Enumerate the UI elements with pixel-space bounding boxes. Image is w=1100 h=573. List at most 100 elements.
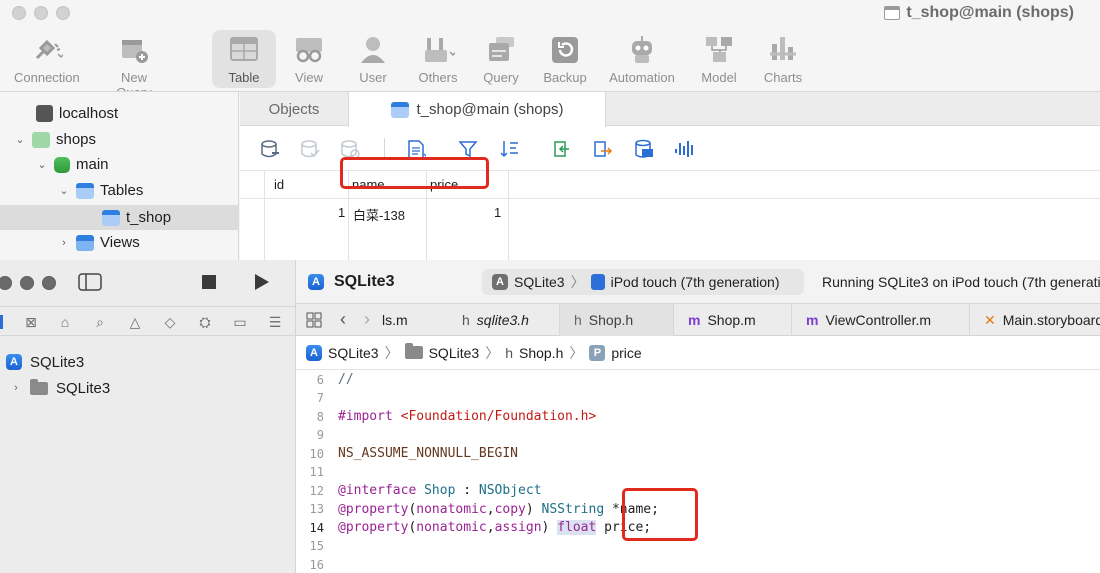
tab-shop-m[interactable]: m Shop.m: [674, 304, 792, 336]
source-control-icon[interactable]: ⊠: [22, 313, 40, 331]
highlight-box: [622, 488, 698, 541]
chevron-down-icon[interactable]: ⌄: [58, 184, 70, 197]
tree-item-localhost[interactable]: localhost: [0, 101, 239, 126]
cell-name[interactable]: 白菜-138: [353, 205, 405, 224]
issue-navigator-icon[interactable]: △: [126, 313, 144, 331]
back-icon[interactable]: ‹: [340, 309, 346, 330]
sort-icon[interactable]: [500, 139, 520, 159]
begin-transaction-icon[interactable]: [260, 139, 280, 159]
tab-objects[interactable]: Objects: [240, 92, 348, 126]
chevron-right-icon: 〉: [485, 344, 500, 361]
breakpoint-navigator-icon[interactable]: ▭: [231, 313, 249, 331]
run-button[interactable]: [253, 273, 271, 291]
tree-item-views[interactable]: › Views: [0, 230, 239, 255]
toolbar-new-query[interactable]: New Query: [102, 30, 166, 100]
chevron-down-icon[interactable]: ⌄: [36, 158, 48, 171]
robot-icon: [625, 34, 659, 64]
debug-navigator-icon[interactable]: ⛭: [196, 313, 214, 331]
jump-bar-group[interactable]: SQLite3: [429, 345, 480, 361]
chart-waveform-icon[interactable]: [674, 139, 694, 159]
toolbar-table[interactable]: Table: [212, 30, 276, 88]
toolbar-automation[interactable]: Automation: [606, 30, 678, 88]
stop-button[interactable]: [202, 275, 216, 289]
find-navigator-icon[interactable]: ⌕: [91, 313, 109, 331]
forward-icon[interactable]: ›: [364, 309, 370, 330]
toolbar-query[interactable]: Query: [469, 30, 533, 88]
tab-sqlite3-h[interactable]: h sqlite3.h: [448, 304, 560, 336]
symbol-navigator-icon[interactable]: ⌂: [56, 313, 74, 331]
import-icon[interactable]: [552, 139, 572, 159]
chevron-right-icon: 〉: [569, 344, 584, 361]
project-root[interactable]: A SQLite3: [6, 350, 84, 374]
jump-bar-project[interactable]: SQLite3: [328, 345, 379, 361]
sidebar-toggle-icon[interactable]: [78, 273, 102, 291]
chevron-right-icon[interactable]: ›: [58, 237, 70, 249]
folder-icon: [30, 378, 48, 395]
zoom-button[interactable]: [56, 6, 70, 20]
jump-bar-symbol[interactable]: price: [611, 345, 641, 361]
close-button[interactable]: [0, 276, 12, 290]
zoom-button[interactable]: [42, 276, 56, 290]
text-memo-icon[interactable]: [406, 139, 426, 159]
grid-view-icon[interactable]: [306, 312, 322, 328]
object-area: Objects t_shop@main (shops) id name pric…: [240, 92, 1100, 261]
new-query-icon: [117, 34, 151, 64]
toolbar-model[interactable]: Model: [687, 30, 751, 88]
tree-item-t-shop[interactable]: t_shop: [0, 205, 239, 230]
header-file-icon: h: [574, 312, 582, 328]
toolbar-view[interactable]: View: [277, 30, 341, 88]
code-line: 15: [309, 539, 324, 553]
window-controls: [0, 276, 56, 290]
tree-item-shops[interactable]: ⌄ shops: [0, 127, 239, 152]
column-header-id[interactable]: id: [274, 177, 284, 192]
table-icon: [227, 34, 261, 64]
toolbar-charts[interactable]: Charts: [751, 30, 815, 88]
cell-price[interactable]: 1: [494, 205, 501, 220]
tab-main-storyboard[interactable]: ✕ Main.storyboard: [970, 304, 1100, 336]
tab-shop-h[interactable]: h Shop.h: [560, 304, 674, 336]
code-line: 10 NS_ASSUME_NONNULL_BEGIN: [309, 446, 519, 461]
source-editor[interactable]: 6 // 7 8 #import <Foundation/Foundation.…: [296, 370, 1100, 573]
connection-tree: localhost ⌄ shops ⌄ main ⌄ Tables t_shop: [0, 92, 239, 260]
connection-plug-icon: [29, 34, 65, 64]
report-navigator-icon[interactable]: ☰: [266, 313, 284, 331]
project-group[interactable]: › SQLite3: [10, 376, 110, 400]
toolbar-others[interactable]: Others: [406, 30, 470, 88]
tab-viewcontroller-m[interactable]: m ViewController.m: [792, 304, 970, 336]
code-line: 9: [316, 428, 324, 442]
import-line: #import <Foundation/Foundation.h>: [338, 409, 597, 424]
tree-item-main[interactable]: ⌄ main: [0, 152, 239, 177]
rollback-icon[interactable]: [340, 139, 360, 159]
scheme-name[interactable]: SQLite3: [334, 273, 394, 291]
close-button[interactable]: [12, 6, 26, 20]
charts-icon: [766, 34, 800, 64]
generate-sql-icon[interactable]: [634, 139, 654, 159]
toolbar-user[interactable]: User: [341, 30, 405, 88]
device-icon: [590, 274, 605, 290]
code-line: 8 #import <Foundation/Foundation.h>: [316, 409, 597, 424]
toolbar-backup[interactable]: Backup: [533, 30, 597, 88]
chevron-right-icon[interactable]: ›: [10, 382, 22, 394]
property-icon: P: [589, 344, 606, 361]
tab-t-shop[interactable]: t_shop@main (shops): [348, 92, 606, 127]
sqlite-feather-icon: [36, 105, 53, 122]
implementation-file-icon: m: [688, 312, 701, 328]
tree-item-tables[interactable]: ⌄ Tables: [0, 178, 239, 203]
chevron-down-icon[interactable]: ⌄: [14, 133, 26, 146]
export-icon[interactable]: [592, 139, 612, 159]
scheme-destination-selector[interactable]: A SQLite3 〉 iPod touch (7th generation): [482, 269, 804, 295]
code-line: 12 @interface Shop : NSObject: [309, 483, 542, 498]
commit-icon[interactable]: [300, 139, 320, 159]
user-icon: [356, 34, 390, 64]
toolbar-connection[interactable]: Connection: [14, 30, 80, 88]
test-navigator-icon[interactable]: ◇: [161, 313, 179, 331]
header-file-icon: h: [462, 312, 470, 328]
minimize-button[interactable]: [34, 6, 48, 20]
property-price-line: @property(nonatomic,assign) float price;: [338, 520, 652, 535]
header-divider: [240, 198, 1100, 199]
minimize-button[interactable]: [20, 276, 34, 290]
backup-icon: [548, 34, 582, 64]
filter-icon[interactable]: [458, 139, 478, 159]
jump-bar-file[interactable]: Shop.h: [519, 345, 563, 361]
cell-id[interactable]: 1: [338, 205, 345, 220]
